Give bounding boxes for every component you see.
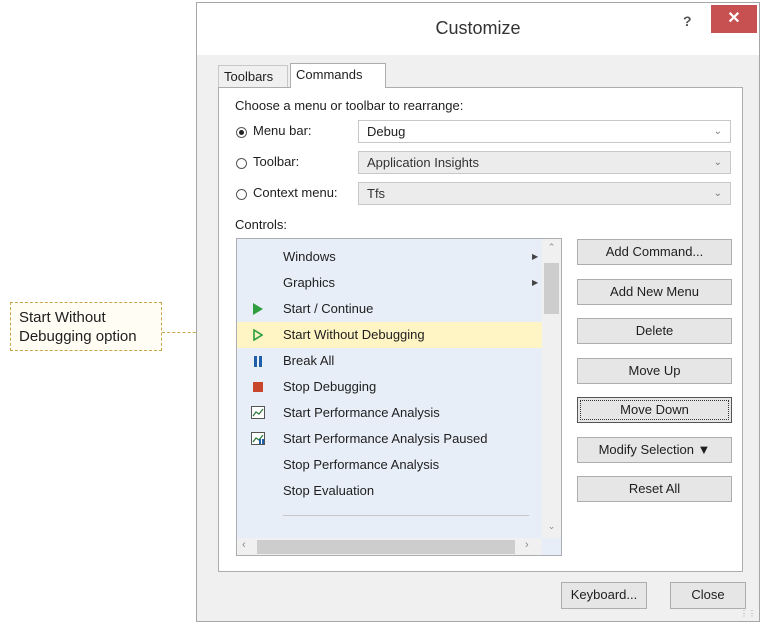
customize-dialog: Customize ? ✕ Toolbars Commands Choose a…	[196, 2, 760, 622]
context-menu-dropdown[interactable]: Tfs ⌄	[358, 182, 731, 205]
stop-icon	[250, 374, 266, 401]
help-button[interactable]: ?	[683, 13, 692, 29]
list-item-selected[interactable]: Start Without Debugging	[237, 322, 543, 348]
callout-box: Start Without Debugging option	[10, 302, 162, 351]
list-item-label: Start / Continue	[283, 301, 374, 316]
list-item-label: Start Without Debugging	[283, 327, 425, 342]
list-item-label: Stop Evaluation	[283, 483, 375, 498]
list-item[interactable]: Break All	[237, 348, 543, 374]
play-outline-icon	[250, 322, 266, 350]
list-separator	[283, 515, 529, 516]
context-menu-value: Tfs	[367, 186, 386, 201]
add-command-button[interactable]: Add Command...	[577, 239, 732, 265]
window-title: Customize	[435, 18, 521, 38]
list-item-label: Graphics	[283, 275, 336, 290]
list-item-label: Start Performance Analysis Paused	[283, 431, 488, 446]
callout-line2: Debugging option	[19, 328, 137, 345]
move-down-button[interactable]: Move Down	[577, 397, 732, 423]
vertical-scrollbar[interactable]: ⌃ ⌄	[542, 239, 561, 538]
list-item[interactable]: Windows ▶	[237, 244, 543, 270]
performance-icon	[250, 400, 266, 428]
list-item-label: Stop Debugging	[283, 379, 377, 394]
list-item[interactable]: Graphics ▶	[237, 270, 543, 296]
menu-bar-label: Menu bar:	[253, 123, 312, 138]
scroll-up-icon[interactable]: ⌃	[542, 242, 561, 253]
chevron-down-icon: ⌄	[713, 126, 722, 137]
move-up-button[interactable]: Move Up	[577, 358, 732, 384]
title-bar: Customize ? ✕	[197, 3, 759, 55]
delete-button[interactable]: Delete	[577, 318, 732, 344]
list-item-label: Windows	[283, 249, 336, 264]
list-item[interactable]: Start Performance Analysis Paused	[237, 426, 543, 452]
list-item-label: Stop Performance Analysis	[283, 457, 440, 472]
keyboard-button[interactable]: Keyboard...	[561, 582, 647, 609]
scroll-down-icon[interactable]: ⌄	[542, 521, 561, 532]
performance-paused-icon	[250, 426, 266, 454]
menu-bar-value: Debug	[367, 124, 406, 139]
vertical-scroll-thumb[interactable]	[544, 263, 559, 314]
list-item-label: Break All	[283, 353, 335, 368]
controls-label: Controls:	[235, 217, 288, 232]
context-menu-radio[interactable]	[236, 189, 247, 200]
menu-bar-radio[interactable]	[236, 127, 247, 138]
close-window-button[interactable]: ✕	[711, 5, 757, 33]
rearrange-label: Choose a menu or toolbar to rearrange:	[235, 98, 464, 113]
chevron-down-icon: ⌄	[713, 188, 722, 199]
modify-selection-button[interactable]: Modify Selection ▼	[577, 437, 732, 463]
list-item[interactable]: Stop Performance Analysis	[237, 452, 543, 478]
list-item[interactable]: Start / Continue	[237, 296, 543, 322]
close-button[interactable]: Close	[670, 582, 746, 609]
horizontal-scrollbar[interactable]: ‹ ›	[237, 538, 542, 555]
submenu-arrow-icon: ▶	[532, 252, 539, 261]
toolbar-dropdown[interactable]: Application Insights ⌄	[358, 151, 731, 174]
toolbar-value: Application Insights	[367, 155, 480, 170]
reset-all-button[interactable]: Reset All	[577, 476, 732, 502]
toolbar-label: Toolbar:	[253, 154, 300, 169]
tab-toolbars[interactable]: Toolbars	[218, 65, 288, 87]
play-icon	[250, 296, 266, 324]
context-menu-label: Context menu:	[253, 185, 338, 200]
submenu-arrow-icon: ▶	[532, 278, 539, 287]
toolbar-radio[interactable]	[236, 158, 247, 169]
callout-line1: Start Without	[19, 309, 106, 326]
add-new-menu-button[interactable]: Add New Menu	[577, 279, 732, 305]
resize-grip-icon[interactable]: ⋮⋮	[740, 609, 756, 618]
scroll-left-icon[interactable]: ‹	[242, 539, 246, 551]
chevron-down-icon: ⌄	[713, 157, 722, 168]
menu-bar-dropdown[interactable]: Debug ⌄	[358, 120, 731, 143]
list-item-label: Start Performance Analysis	[283, 405, 440, 420]
list-item[interactable]: Start Performance Analysis	[237, 400, 543, 426]
tab-commands[interactable]: Commands	[290, 63, 386, 88]
horizontal-scroll-thumb[interactable]	[257, 540, 515, 554]
list-item[interactable]: Stop Evaluation	[237, 478, 543, 504]
scroll-right-icon[interactable]: ›	[525, 539, 529, 551]
list-item[interactable]: Stop Debugging	[237, 374, 543, 400]
controls-list[interactable]: Windows ▶ Graphics ▶ Start / Continue St…	[236, 238, 562, 556]
pause-icon	[250, 348, 266, 376]
